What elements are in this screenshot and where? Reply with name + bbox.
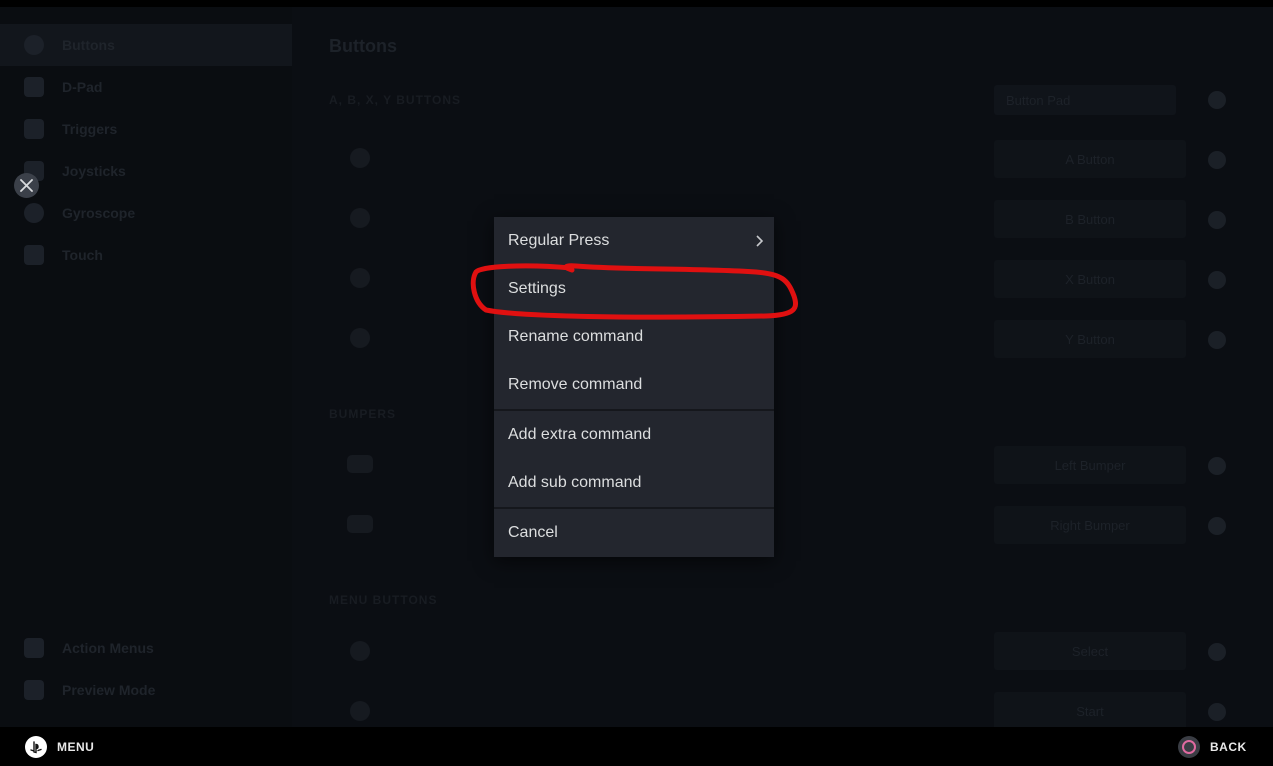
gear-icon[interactable]: [1208, 457, 1226, 475]
sidebar-item-gyroscope[interactable]: Gyroscope: [0, 192, 292, 234]
menu-item-remove-command[interactable]: Remove command: [494, 361, 774, 409]
sidebar-item-label: Touch: [62, 247, 103, 263]
menu-item-label: Add extra command: [508, 426, 652, 443]
menu-item-label: Remove command: [508, 376, 643, 393]
buttons-icon: [24, 35, 44, 55]
circle-button: [1178, 736, 1200, 758]
menu-item-label: Add sub command: [508, 474, 642, 491]
menu-item-cancel[interactable]: Cancel: [494, 509, 774, 557]
start-button-icon: [350, 701, 370, 721]
sidebar-item-label: Joysticks: [62, 163, 126, 179]
y-button-icon: [350, 328, 370, 348]
button-pad-dropdown[interactable]: Button Pad: [994, 85, 1176, 115]
page-title: Buttons: [329, 36, 397, 56]
y-button-binding[interactable]: Y Button: [994, 320, 1186, 358]
sidebar-item-label: D-Pad: [62, 79, 103, 95]
a-button-binding[interactable]: A Button: [994, 140, 1186, 178]
top-bar: [0, 0, 1273, 7]
sidebar-item-triggers[interactable]: Triggers: [0, 108, 292, 150]
sidebar-item-buttons[interactable]: Buttons: [0, 24, 292, 66]
sidebar-item-action-menus[interactable]: Action Menus: [0, 627, 292, 669]
section-header-menu-buttons: MENU BUTTONS: [329, 593, 438, 607]
circle-icon: [1182, 740, 1196, 754]
menu-item-rename-command[interactable]: Rename command: [494, 313, 774, 361]
sidebar-item-label: Action Menus: [62, 640, 154, 656]
dpad-icon: [24, 77, 44, 97]
back-hint[interactable]: BACK: [1178, 736, 1247, 758]
menu-item-label: Cancel: [508, 524, 558, 541]
gear-icon[interactable]: [1208, 643, 1226, 661]
gear-icon[interactable]: [1208, 331, 1226, 349]
gear-icon[interactable]: [1208, 271, 1226, 289]
x-button-binding[interactable]: X Button: [994, 260, 1186, 298]
action-menus-icon: [24, 638, 44, 658]
playstation-button: [25, 736, 47, 758]
sidebar-item-label: Triggers: [62, 121, 118, 137]
touch-icon: [24, 245, 44, 265]
menu-item-add-extra-command[interactable]: Add extra command: [494, 411, 774, 459]
context-menu: Regular Press Settings Rename command Re…: [494, 217, 774, 557]
bottom-bar: MENU BACK: [0, 727, 1273, 766]
menu-item-label: Rename command: [508, 328, 644, 345]
menu-item-settings[interactable]: Settings: [494, 265, 774, 313]
sidebar-item-preview-mode[interactable]: Preview Mode: [0, 669, 292, 711]
sidebar: Buttons D-Pad Triggers Joysticks Gyrosco…: [0, 7, 292, 727]
left-bumper-binding[interactable]: Left Bumper: [994, 446, 1186, 484]
gear-icon[interactable]: [1208, 211, 1226, 229]
a-button-icon: [350, 148, 370, 168]
b-button-binding[interactable]: B Button: [994, 200, 1186, 238]
menu-item-label: Regular Press: [508, 232, 610, 249]
start-binding[interactable]: Start: [994, 692, 1186, 727]
sidebar-item-dpad[interactable]: D-Pad: [0, 66, 292, 108]
main-panel: Buttons A, B, X, Y BUTTONS Button Pad A …: [292, 7, 1273, 727]
close-icon: [20, 179, 33, 192]
close-button[interactable]: [14, 173, 39, 198]
sidebar-item-label: Preview Mode: [62, 682, 156, 698]
playstation-icon: [30, 741, 42, 754]
section-header-bumpers: BUMPERS: [329, 407, 397, 421]
chevron-right-icon: [756, 235, 764, 247]
menu-hint-label: MENU: [57, 740, 95, 754]
gyroscope-icon: [24, 203, 44, 223]
back-hint-label: BACK: [1210, 740, 1247, 754]
menu-item-add-sub-command[interactable]: Add sub command: [494, 459, 774, 507]
gear-icon[interactable]: [1208, 91, 1226, 109]
sidebar-item-label: Gyroscope: [62, 205, 136, 221]
menu-item-label: Settings: [508, 280, 566, 297]
x-button-icon: [350, 268, 370, 288]
b-button-icon: [350, 208, 370, 228]
menu-hint[interactable]: MENU: [25, 736, 94, 758]
gear-icon[interactable]: [1208, 151, 1226, 169]
right-bumper-binding[interactable]: Right Bumper: [994, 506, 1186, 544]
preview-mode-icon: [24, 680, 44, 700]
right-bumper-icon: [347, 515, 373, 533]
gear-icon[interactable]: [1208, 703, 1226, 721]
sidebar-item-label: Buttons: [62, 37, 115, 53]
select-binding[interactable]: Select: [994, 632, 1186, 670]
sidebar-item-joysticks[interactable]: Joysticks: [0, 150, 292, 192]
section-header-face-buttons: A, B, X, Y BUTTONS: [329, 93, 462, 107]
triggers-icon: [24, 119, 44, 139]
select-button-icon: [350, 641, 370, 661]
sidebar-item-touch[interactable]: Touch: [0, 234, 292, 276]
left-bumper-icon: [347, 455, 373, 473]
gear-icon[interactable]: [1208, 517, 1226, 535]
menu-item-regular-press[interactable]: Regular Press: [494, 217, 774, 265]
